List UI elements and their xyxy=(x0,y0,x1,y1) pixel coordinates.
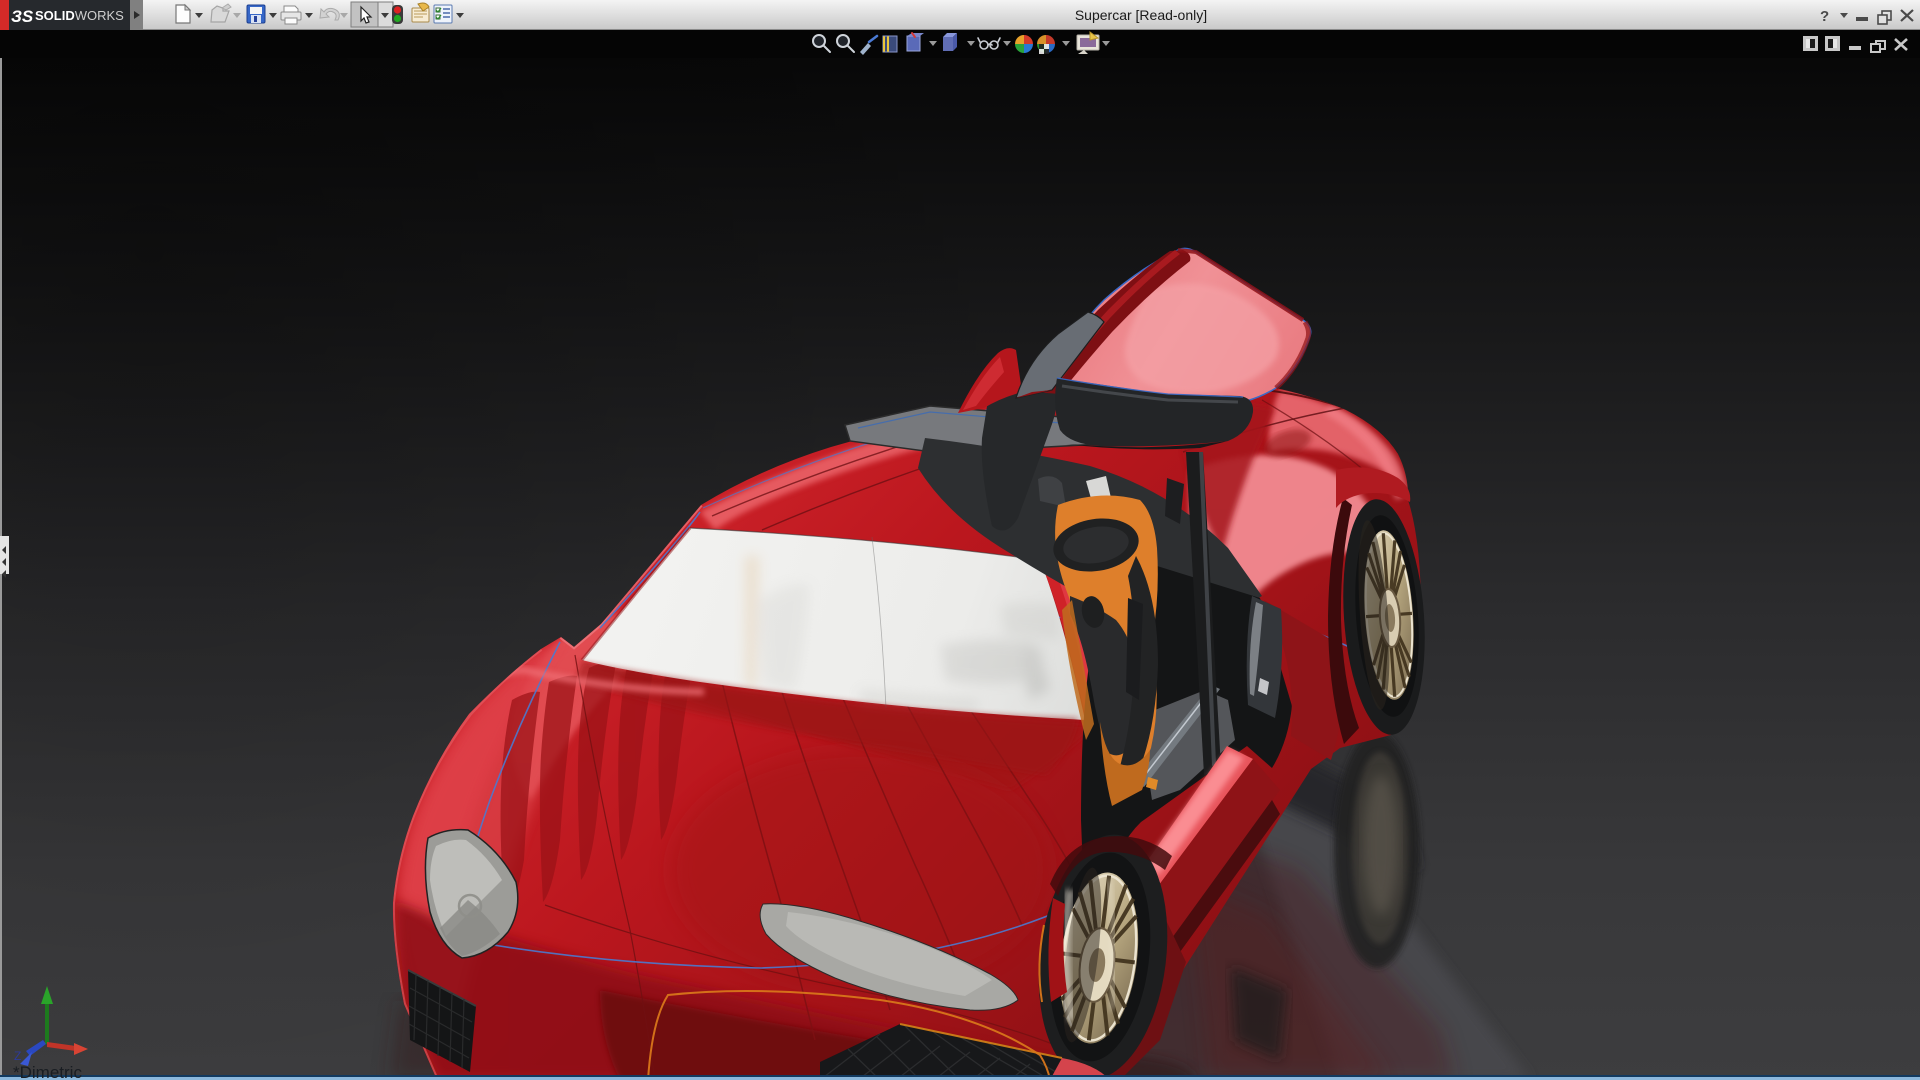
svg-text:?: ? xyxy=(1820,8,1829,25)
svg-text:*Dimetric: *Dimetric xyxy=(13,1063,82,1080)
svg-text:SOLIDWORKS: SOLIDWORKS xyxy=(35,8,124,23)
svg-text:Supercar [Read-only]: Supercar [Read-only] xyxy=(1075,7,1207,23)
svg-text:ЗS: ЗS xyxy=(11,7,34,26)
svg-text:Z: Z xyxy=(14,1049,21,1063)
